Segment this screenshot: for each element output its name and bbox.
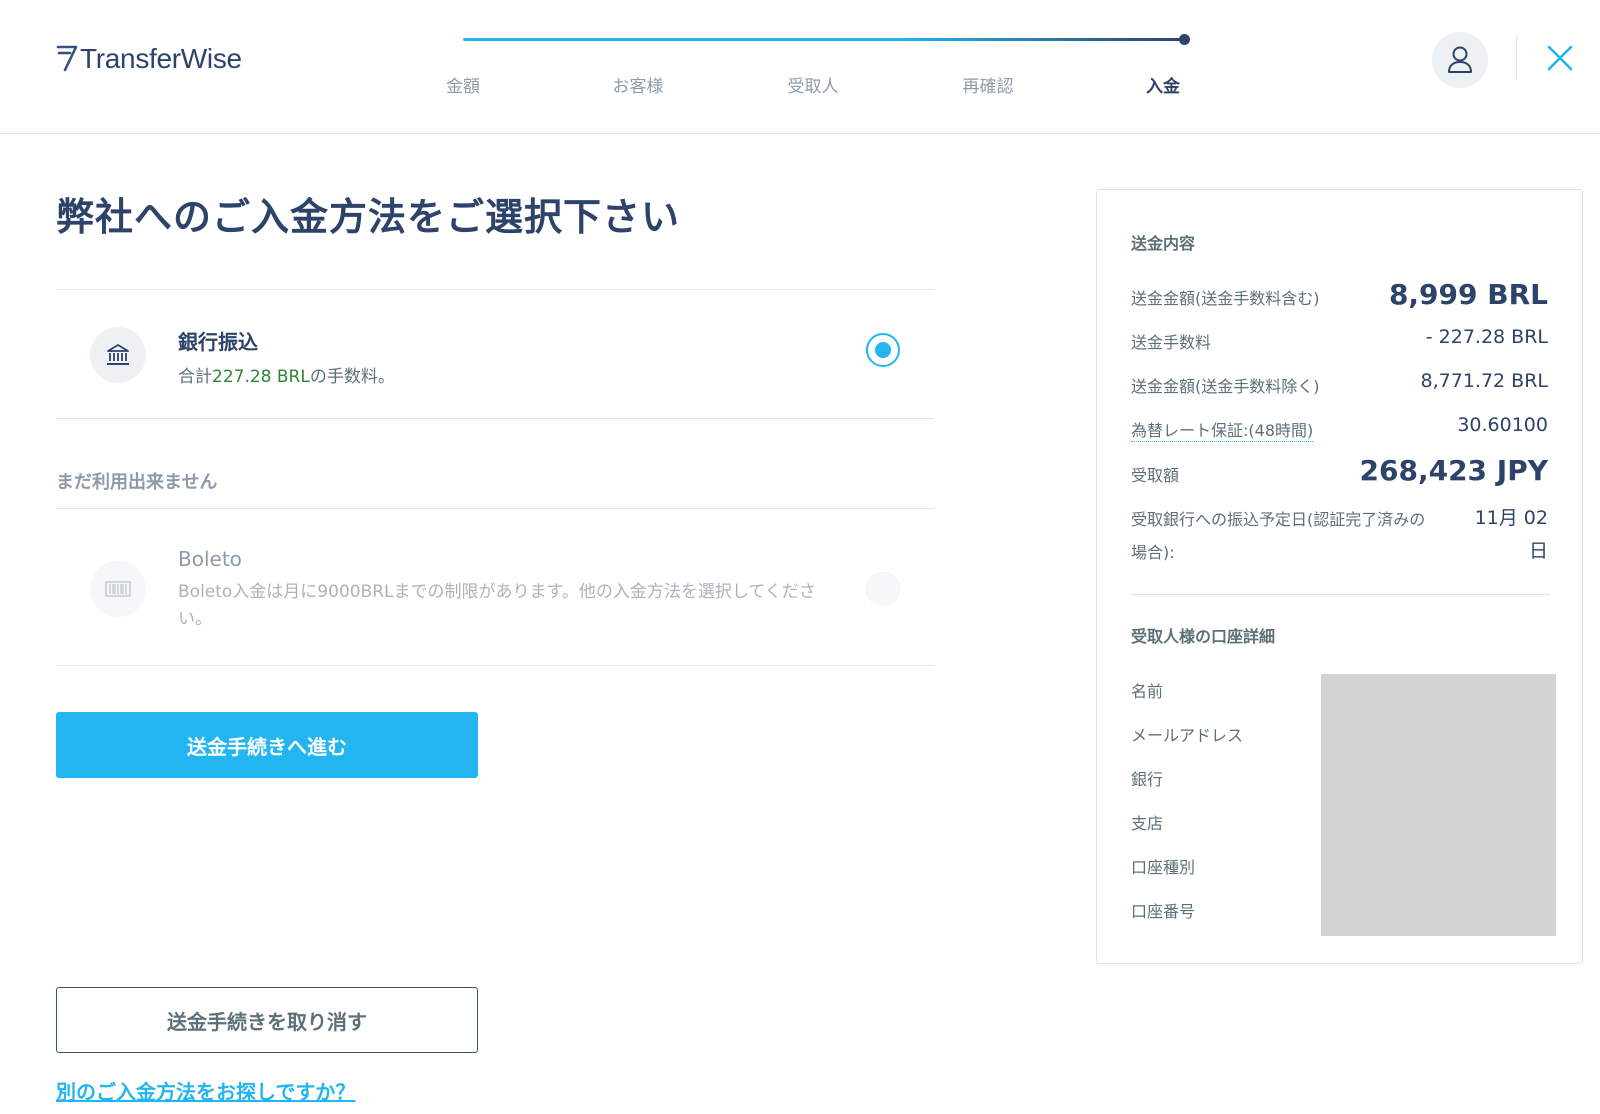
rate-guarantee-tooltip-trigger[interactable]: 為替レート保証:(48時間) xyxy=(1131,417,1314,442)
recipient-label-email: メールアドレス xyxy=(1131,726,1244,745)
bank-transfer-title: 銀行振込 xyxy=(178,330,258,354)
summary-label-amount-excl-fee: 送金金額(送金手数料除く) xyxy=(1131,377,1320,396)
boleto-radio xyxy=(866,572,900,606)
summary-value-rate: 30.60100 xyxy=(1457,414,1548,436)
summary-value-delivery-date-line2: 日 xyxy=(1528,540,1548,562)
payment-option-bank-transfer[interactable]: 銀行振込 合計227.28 BRLの手数料。 xyxy=(56,289,934,419)
radio-selected-dot xyxy=(875,342,891,358)
close-icon xyxy=(1547,45,1573,71)
summary-value-amount-excl-fee: 8,771.72 BRL xyxy=(1420,370,1548,392)
cancel-transfer-button[interactable]: 送金手続きを取り消す xyxy=(56,987,478,1053)
summary-label-rate: 為替レート保証:(48時間) xyxy=(1131,421,1314,442)
summary-label-delivery-date-line1: 受取銀行への振込予定日(認証完了済みの xyxy=(1131,510,1426,529)
logo-text: TransferWise xyxy=(80,43,242,74)
recipient-label-bank: 銀行 xyxy=(1131,770,1164,789)
progress-stepper: 金額 お客様 受取人 再確認 入金 xyxy=(445,30,1205,110)
recipient-label-account-number: 口座番号 xyxy=(1131,902,1196,921)
recipient-section-title: 受取人様の口座詳細 xyxy=(1131,627,1276,646)
transfer-summary-panel: 送金内容 送金金額(送金手数料含む) 8,999 BRL 送金手数料 - 227… xyxy=(1096,189,1583,964)
recipient-label-branch: 支店 xyxy=(1131,814,1164,833)
step-review: 再確認 xyxy=(962,77,1014,97)
close-button[interactable] xyxy=(1542,40,1578,76)
summary-value-fee: - 227.28 BRL xyxy=(1425,326,1548,348)
other-payment-methods-link[interactable]: 別のご入金方法をお探しですか？ xyxy=(56,1076,355,1105)
summary-label-amount-incl-fee: 送金金額(送金手数料含む) xyxy=(1131,289,1320,308)
transferwise-logo[interactable]: TransferWise xyxy=(56,34,242,74)
step-recipient: 受取人 xyxy=(787,77,839,97)
continue-button[interactable]: 送金手続きへ進む xyxy=(56,712,478,778)
logo-flag-icon xyxy=(56,45,78,72)
boleto-limit-text: Boleto入金は月に9000BRLまでの制限があります。他の入金方法を選択して… xyxy=(178,582,816,629)
summary-label-received: 受取額 xyxy=(1131,466,1180,485)
step-customer: お客様 xyxy=(612,77,664,97)
summary-value-delivery-date-line1: 11月 02 xyxy=(1474,507,1548,529)
recipient-label-name: 名前 xyxy=(1131,682,1164,701)
user-icon xyxy=(1448,46,1472,73)
step-payment: 入金 xyxy=(1146,77,1180,97)
summary-label-fee: 送金手数料 xyxy=(1131,333,1212,352)
fee-amount: 227.28 BRL xyxy=(212,367,310,387)
barcode-icon xyxy=(90,561,146,617)
recipient-label-account-type: 口座種別 xyxy=(1131,858,1196,877)
progress-track xyxy=(463,38,1185,41)
summary-label-delivery-date-line2: 場合): xyxy=(1131,543,1175,562)
bank-transfer-fee-text: 合計227.28 BRLの手数料。 xyxy=(178,362,395,387)
unavailable-section-label: まだ利用出来ません xyxy=(56,472,218,493)
payment-option-boleto: Boleto Boleto入金は月に9000BRLまでの制限があります。他の入金… xyxy=(56,508,934,666)
top-header: TransferWise 金額 お客様 受取人 再確認 入金 xyxy=(0,0,1600,134)
redacted-recipient-details xyxy=(1321,674,1556,936)
step-amount: 金額 xyxy=(446,77,480,97)
fee-suffix: の手数料。 xyxy=(309,367,395,387)
bank-icon xyxy=(90,327,146,383)
bank-transfer-radio[interactable] xyxy=(866,333,900,367)
boleto-title: Boleto xyxy=(178,547,242,571)
summary-divider xyxy=(1131,594,1550,595)
page-title: 弊社へのご入金方法をご選択下さい xyxy=(56,195,681,239)
summary-value-amount-incl-fee: 8,999 BRL xyxy=(1388,278,1548,311)
account-button[interactable] xyxy=(1432,32,1488,88)
summary-value-received: 268,423 JPY xyxy=(1359,454,1549,487)
summary-section-title: 送金内容 xyxy=(1131,234,1196,253)
fee-prefix: 合計 xyxy=(178,367,212,387)
progress-current-dot xyxy=(1179,34,1190,45)
header-divider xyxy=(1516,36,1517,80)
